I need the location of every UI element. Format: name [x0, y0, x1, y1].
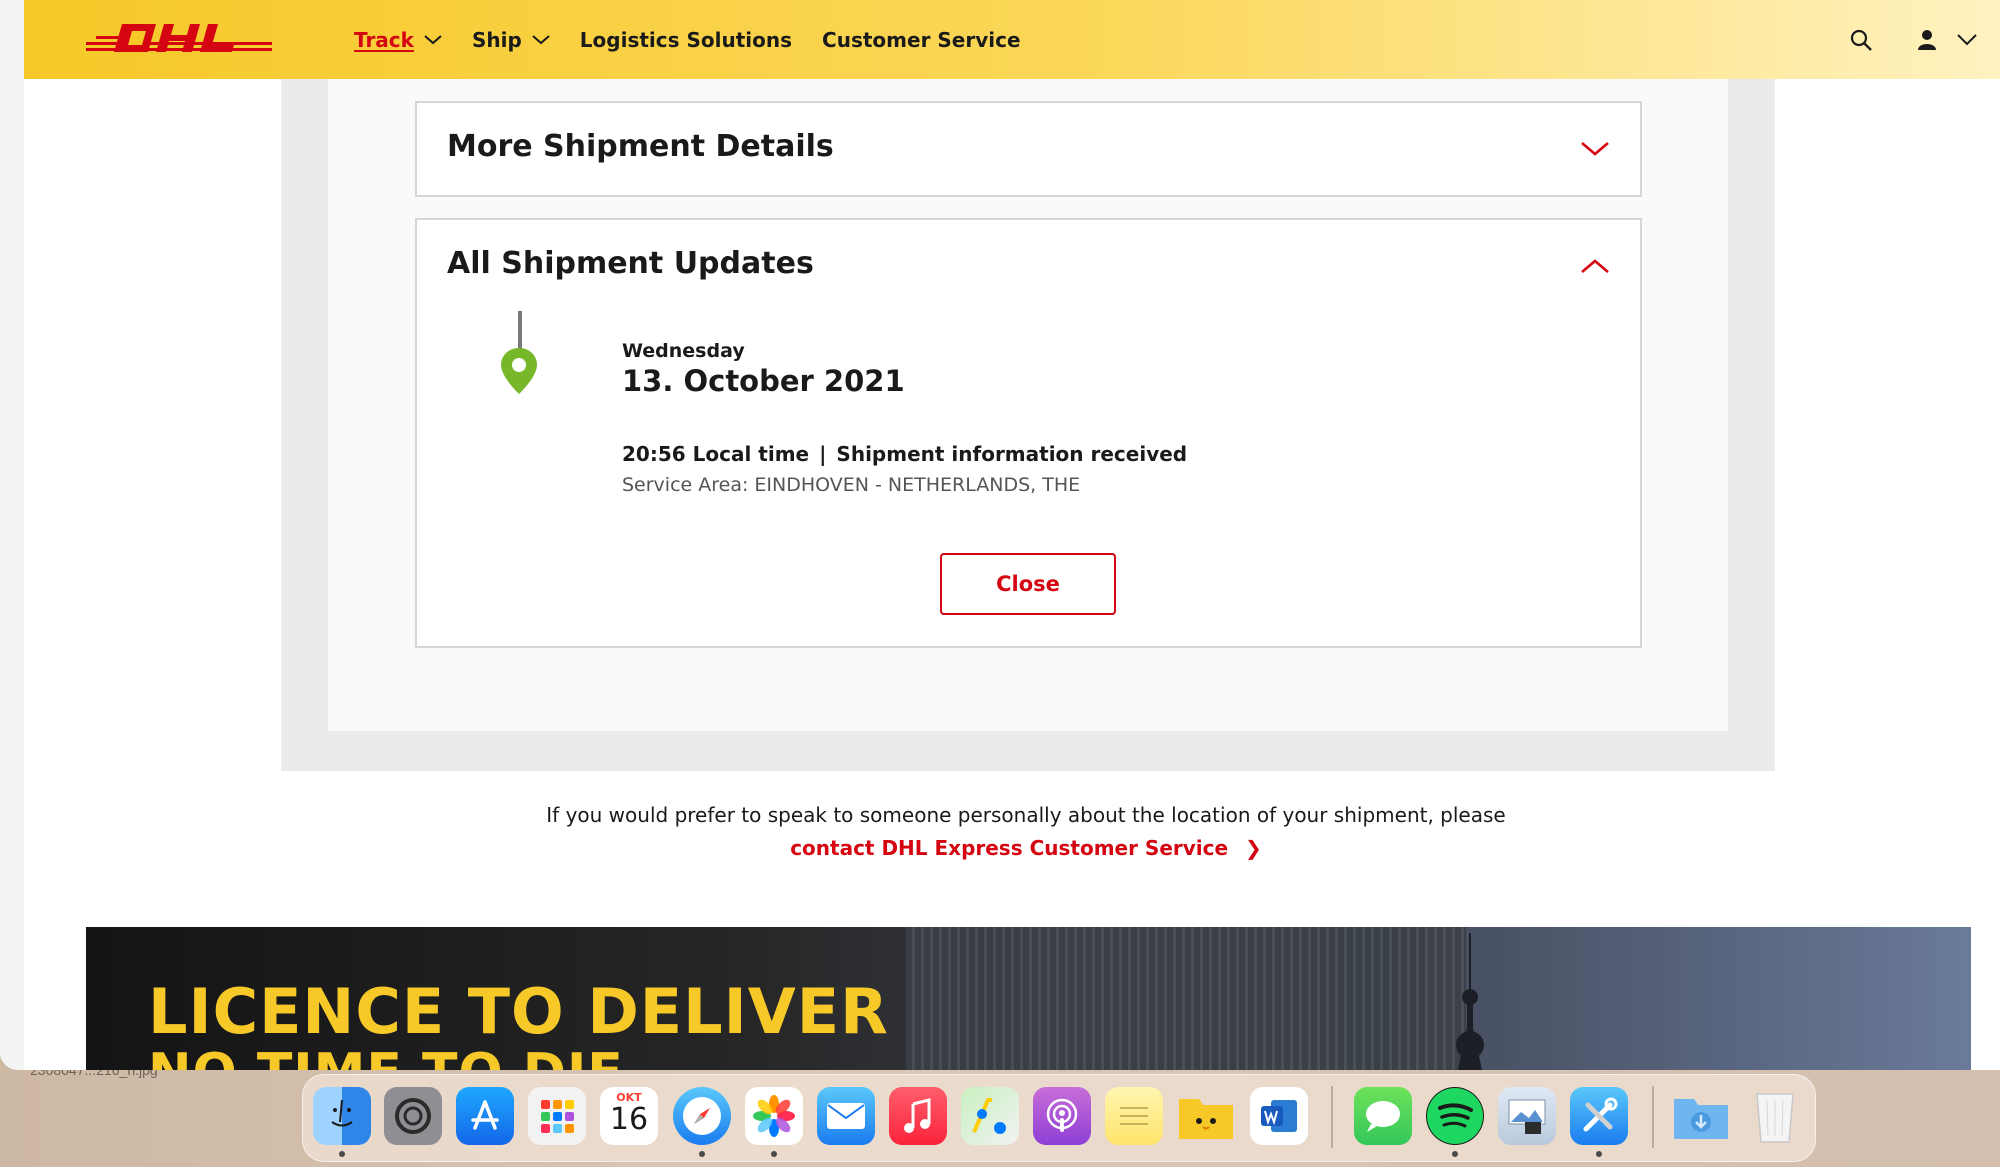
dock-mail-icon[interactable] — [817, 1087, 875, 1145]
dock-folder-icon[interactable] — [1177, 1087, 1235, 1145]
browser-window: Track Ship Logistics Solutions Customer … — [0, 0, 2000, 1070]
update-date: 13. October 2021 — [622, 364, 905, 398]
dock-spotify-icon[interactable] — [1426, 1087, 1484, 1145]
dock-running-indicator — [1452, 1151, 1458, 1157]
contact-prompt: If you would prefer to speak to someone … — [546, 803, 1506, 827]
close-button[interactable]: Close — [940, 553, 1116, 615]
chevron-down-icon[interactable] — [424, 34, 442, 45]
shipment-updates-title[interactable]: All Shipment Updates — [447, 246, 814, 281]
dock-downloads-folder-icon[interactable] — [1672, 1087, 1730, 1145]
dock-separator — [1331, 1086, 1333, 1148]
nav-customer-service-label[interactable]: Customer Service — [822, 28, 1021, 52]
chevron-down-icon[interactable] — [1954, 27, 1980, 53]
dock-music-icon[interactable] — [889, 1087, 947, 1145]
chevron-up-icon[interactable] — [1580, 258, 1610, 274]
dock-word-icon[interactable] — [1250, 1087, 1308, 1145]
nav-logistics-solutions[interactable]: Logistics Solutions — [580, 28, 792, 52]
contact-customer-service-link[interactable]: contact DHL Express Customer Service ❯ — [0, 836, 2000, 860]
update-day: Wednesday — [622, 340, 745, 362]
dock-launchpad-icon[interactable] — [528, 1087, 586, 1145]
banner-subtitle: NO TIME TO DIE — [148, 1043, 624, 1070]
window-edge — [0, 0, 24, 1070]
update-separator: | — [819, 442, 827, 466]
dock-safari-icon[interactable] — [673, 1087, 731, 1145]
search-icon[interactable] — [1848, 27, 1874, 53]
nav-ship-label[interactable]: Ship — [472, 28, 522, 52]
dock-notes-icon[interactable] — [1105, 1087, 1163, 1145]
timeline-line — [518, 311, 522, 351]
dock-system-preferences-icon[interactable] — [384, 1087, 442, 1145]
site-header: Track Ship Logistics Solutions Customer … — [24, 0, 2000, 79]
tv-tower-image — [1456, 933, 1484, 1070]
update-event: 20:56 Local time | Shipment information re… — [622, 442, 1187, 466]
dock-trash-icon[interactable] — [1746, 1087, 1804, 1145]
dock-running-indicator — [1596, 1151, 1602, 1157]
dhl-logo[interactable] — [86, 22, 272, 56]
dock-photos-icon[interactable] — [745, 1087, 803, 1145]
contact-link-label[interactable]: contact DHL Express Customer Service — [790, 836, 1228, 860]
nav-logistics-label[interactable]: Logistics Solutions — [580, 28, 792, 52]
banner-title: LICENCE TO DELIVER — [148, 975, 889, 1048]
update-status: Shipment information received — [836, 442, 1188, 466]
dock-developer-tools-icon[interactable] — [1570, 1087, 1628, 1145]
header-actions — [1808, 0, 1980, 79]
chevron-right-icon[interactable]: ❯ — [1245, 836, 1262, 860]
dock-preview-icon[interactable] — [1498, 1087, 1556, 1145]
more-details-panel[interactable]: More Shipment Details — [415, 101, 1642, 197]
chevron-down-icon[interactable] — [532, 34, 550, 45]
dock-podcasts-icon[interactable] — [1033, 1087, 1091, 1145]
update-time: 20:56 Local time — [622, 442, 810, 466]
nav-track-label[interactable]: Track — [354, 28, 414, 52]
dock-running-indicator — [339, 1151, 345, 1157]
promo-banner[interactable]: LICENCE TO DELIVER NO TIME TO DIE — [86, 927, 1971, 1070]
dock-messages-icon[interactable] — [1354, 1087, 1412, 1145]
nav-track[interactable]: Track — [354, 28, 442, 52]
banner-building-image — [906, 927, 1466, 1070]
dock-running-indicator — [771, 1151, 777, 1157]
location-pin-icon — [501, 348, 537, 394]
dock-separator — [1652, 1086, 1654, 1148]
calendar-day: 16 — [609, 1102, 649, 1137]
chevron-down-icon[interactable] — [1580, 141, 1610, 157]
update-service-area: Service Area: EINDHOVEN - NETHERLANDS, T… — [622, 474, 1081, 496]
user-icon[interactable] — [1914, 27, 1940, 53]
more-details-title[interactable]: More Shipment Details — [447, 129, 834, 164]
dock-maps-icon[interactable] — [961, 1087, 1019, 1145]
nav-customer-service[interactable]: Customer Service — [822, 28, 1021, 52]
dock-finder-icon[interactable] — [313, 1087, 371, 1145]
dock-running-indicator — [699, 1151, 705, 1157]
dock-calendar-icon[interactable]: OKT 16 — [600, 1087, 658, 1145]
main-nav: Track Ship Logistics Solutions Customer … — [354, 0, 1051, 79]
dock-app-store-icon[interactable] — [456, 1087, 514, 1145]
nav-ship[interactable]: Ship — [472, 28, 550, 52]
